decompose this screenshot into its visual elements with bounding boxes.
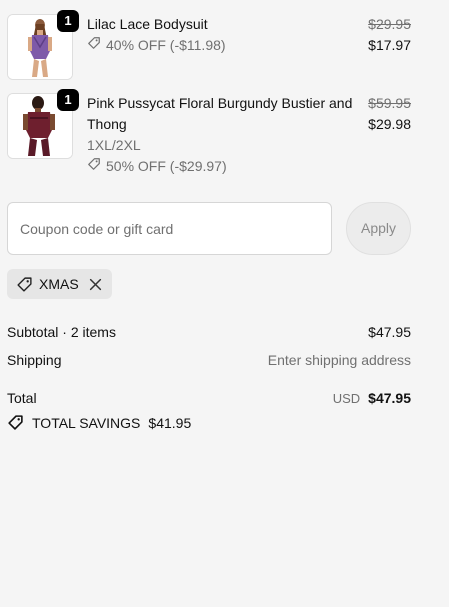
subtotal-label: Subtotal · 2 items <box>7 324 116 340</box>
original-price: $29.95 <box>368 16 411 32</box>
shipping-row: Shipping Enter shipping address <box>7 350 411 370</box>
total-label: Total <box>7 390 37 406</box>
subtotal-row: Subtotal · 2 items $47.95 <box>7 322 411 342</box>
product-info: Pink Pussycat Floral Burgundy Bustier an… <box>87 93 357 177</box>
total-row: Total USD $47.95 <box>7 388 411 408</box>
line-item: 1 Pink Pussycat Floral Burgundy Bustier … <box>7 89 411 179</box>
price-block: $29.95 $17.97 <box>368 14 411 56</box>
product-name: Lilac Lace Bodysuit <box>87 16 208 32</box>
total-value: $47.95 <box>368 390 411 406</box>
currency-code: USD <box>332 390 361 406</box>
discount-text: 50% OFF (-$29.97) <box>106 158 227 174</box>
product-variant: 1XL/2XL <box>87 137 141 153</box>
total-amount: USD $47.95 <box>333 390 411 406</box>
shipping-label: Shipping <box>7 352 62 368</box>
price-block: $59.95 $29.98 <box>368 93 411 135</box>
total-savings: TOTAL SAVINGS $41.95 <box>7 414 191 431</box>
product-info: Lilac Lace Bodysuit 40% OFF (-$11.98) <box>87 14 357 56</box>
applied-discount-chip: XMAS <box>7 269 112 299</box>
final-price: $29.98 <box>368 116 411 132</box>
discount-code: XMAS <box>39 276 79 292</box>
tag-icon <box>16 276 33 293</box>
close-icon[interactable] <box>89 278 102 291</box>
shipping-value: Enter shipping address <box>267 352 411 368</box>
tag-icon <box>87 156 106 177</box>
tag-icon <box>87 35 106 56</box>
savings-value: $41.95 <box>148 414 192 431</box>
quantity-badge: 1 <box>57 89 79 111</box>
original-price: $59.95 <box>368 95 411 111</box>
apply-button[interactable]: Apply <box>346 202 411 255</box>
product-image: 1 <box>7 89 79 159</box>
coupon-input[interactable] <box>7 202 332 255</box>
savings-label: TOTAL SAVINGS <box>32 414 141 431</box>
discount-text: 40% OFF (-$11.98) <box>106 37 226 53</box>
tag-icon <box>7 414 24 431</box>
product-name: Pink Pussycat Floral Burgundy Bustier an… <box>87 95 353 132</box>
final-price: $17.97 <box>368 37 411 53</box>
subtotal-value: $47.95 <box>368 324 411 340</box>
discount-line: 40% OFF (-$11.98) <box>87 35 357 56</box>
discount-line: 50% OFF (-$29.97) <box>87 156 357 177</box>
line-item: 1 Lilac Lace Bodysuit 40% OFF (-$11.98) … <box>7 10 411 80</box>
product-image: 1 <box>7 10 79 80</box>
quantity-badge: 1 <box>57 10 79 32</box>
order-summary: 1 Lilac Lace Bodysuit 40% OFF (-$11.98) … <box>0 0 449 607</box>
